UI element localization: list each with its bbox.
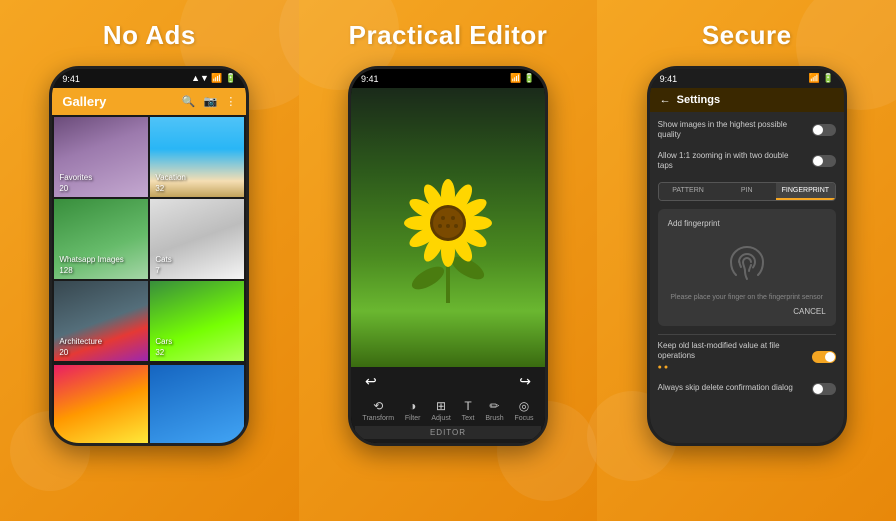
toggle-modified[interactable]	[812, 351, 836, 363]
divider-1	[658, 334, 836, 335]
redo-button[interactable]: ↪	[519, 373, 531, 390]
status-bar-1: 9:41 ▲▼ 📶 🔋	[52, 69, 246, 88]
fingerprint-icon	[727, 242, 767, 282]
signal-icons-3: 📶 🔋	[809, 73, 834, 84]
setting-row-delete: Always skip delete confirmation dialog	[658, 383, 836, 395]
panel-no-ads: No Ads 9:41 ▲▼ 📶 🔋 Gallery 🔍 📷 ⋮	[0, 0, 299, 521]
album-extra[interactable]	[150, 365, 244, 443]
editor-photo-area	[351, 88, 545, 367]
back-arrow-icon[interactable]: ←	[660, 94, 671, 106]
tool-label-filter: Filter	[405, 415, 421, 422]
search-icon[interactable]: 🔍	[182, 95, 196, 108]
setting-label-zoom: Allow 1:1 zooming in with two double tap…	[658, 151, 812, 172]
toggle-delete[interactable]	[812, 383, 836, 395]
toggle-quality[interactable]	[812, 124, 836, 136]
status-bar-2: 9:41 📶 🔋	[351, 69, 545, 88]
phone-editor: 9:41 📶 🔋	[348, 66, 548, 446]
tool-label-transform: Transform	[362, 415, 394, 422]
gallery-header: Gallery 🔍 📷 ⋮	[52, 88, 246, 115]
text-icon: T	[464, 399, 471, 413]
phone-screen-gallery: 9:41 ▲▼ 📶 🔋 Gallery 🔍 📷 ⋮ Favorites20	[52, 69, 246, 443]
album-favorites[interactable]: Favorites20	[54, 117, 148, 197]
filter-icon: ◑	[409, 399, 416, 413]
panel-editor: Practical Editor 9:41 📶 🔋	[299, 0, 598, 521]
phone-screen-editor: 9:41 📶 🔋	[351, 69, 545, 443]
security-tab-group: PATTERN PIN FINGERPRINT	[658, 182, 836, 201]
setting-accent-1: ● ●	[658, 363, 804, 372]
album-cats-label: Cats7	[155, 254, 171, 276]
setting-label-quality: Show images in the highest possible qual…	[658, 120, 812, 141]
fingerprint-hint: Please place your finger on the fingerpr…	[668, 293, 826, 302]
album-whatsapp-label: Whatsapp Images128	[59, 254, 123, 276]
gallery-action-icons: 🔍 📷 ⋮	[182, 95, 236, 108]
sunflower-svg	[388, 148, 508, 308]
tool-label-text: Text	[462, 415, 475, 422]
tool-label-focus: Focus	[514, 415, 533, 422]
tool-adjust[interactable]: ⊞ Adjust	[431, 399, 450, 422]
signal-icons-1: ▲▼ 📶 🔋	[191, 73, 236, 84]
tab-pattern[interactable]: PATTERN	[659, 183, 718, 200]
status-bar-3: 9:41 📶 🔋	[650, 69, 844, 88]
editor-label: EDITOR	[355, 426, 541, 439]
phone-gallery: 9:41 ▲▼ 📶 🔋 Gallery 🔍 📷 ⋮ Favorites20	[49, 66, 249, 446]
panel-title-secure: Secure	[702, 20, 792, 51]
brush-icon: ✏	[489, 399, 499, 413]
panel-secure: Secure 9:41 📶 🔋 ← Settings Show images i…	[597, 0, 896, 521]
tab-fingerprint[interactable]: FINGERPRINT	[776, 183, 835, 200]
phone-settings: 9:41 📶 🔋 ← Settings Show images in the h…	[647, 66, 847, 446]
signal-icons-2: 📶 🔋	[510, 73, 535, 84]
tool-filter[interactable]: ◑ Filter	[405, 399, 421, 422]
tab-pin[interactable]: PIN	[717, 183, 776, 200]
tool-transform[interactable]: ⟲ Transform	[362, 399, 394, 422]
time-3: 9:41	[660, 74, 678, 84]
gallery-title: Gallery	[62, 94, 106, 109]
setting-label-delete: Always skip delete confirmation dialog	[658, 383, 812, 393]
more-icon[interactable]: ⋮	[225, 95, 236, 108]
tool-text[interactable]: T Text	[462, 399, 475, 422]
phone-screen-settings: 9:41 📶 🔋 ← Settings Show images in the h…	[650, 69, 844, 443]
focus-icon: ◎	[519, 399, 529, 413]
album-cats[interactable]: Cats7	[150, 199, 244, 279]
album-art[interactable]	[54, 365, 148, 443]
time-2: 9:41	[361, 74, 379, 84]
settings-header: ← Settings	[650, 88, 844, 112]
camera-icon[interactable]: 📷	[204, 95, 218, 108]
undo-button[interactable]: ↩	[365, 373, 377, 390]
album-vacation[interactable]: Vacation32	[150, 117, 244, 197]
editor-label-text: EDITOR	[430, 428, 466, 437]
settings-title: Settings	[677, 94, 720, 106]
setting-row-modified: Keep old last-modified value at file ope…	[658, 341, 836, 373]
cancel-button[interactable]: CANCEL	[668, 307, 826, 316]
editor-tools: ⟲ Transform ◑ Filter ⊞ Adjust T Text	[355, 395, 541, 426]
tool-focus[interactable]: ◎ Focus	[514, 399, 533, 422]
album-cars[interactable]: Cars32	[150, 281, 244, 361]
gallery-grid-row4	[52, 363, 246, 443]
setting-row-quality: Show images in the highest possible qual…	[658, 120, 836, 141]
setting-row-zoom: Allow 1:1 zooming in with two double tap…	[658, 151, 836, 172]
album-vacation-label: Vacation32	[155, 172, 186, 194]
tool-label-brush: Brush	[485, 415, 503, 422]
album-cars-label: Cars32	[155, 336, 172, 358]
time-1: 9:41	[62, 74, 80, 84]
editor-controls: ↩ ↪	[355, 373, 541, 390]
tool-brush[interactable]: ✏ Brush	[485, 399, 503, 422]
gallery-grid: Favorites20 Vacation32 Whatsapp Images12…	[52, 115, 246, 363]
fingerprint-title: Add fingerprint	[668, 219, 826, 228]
toggle-zoom[interactable]	[812, 155, 836, 167]
fingerprint-icon-container	[668, 236, 826, 293]
fingerprint-section: Add fingerprint Please pla	[658, 209, 836, 326]
settings-content: Show images in the highest possible qual…	[650, 112, 844, 443]
album-arch-label: Architecture20	[59, 336, 102, 358]
album-favorites-label: Favorites20	[59, 172, 92, 194]
album-architecture[interactable]: Architecture20	[54, 281, 148, 361]
album-whatsapp[interactable]: Whatsapp Images128	[54, 199, 148, 279]
transform-icon: ⟲	[373, 399, 383, 413]
tool-label-adjust: Adjust	[431, 415, 450, 422]
setting-label-modified: Keep old last-modified value at file ope…	[658, 341, 812, 373]
adjust-icon: ⊞	[436, 399, 446, 413]
editor-toolbar: ↩ ↪ ⟲ Transform ◑ Filter ⊞ Adjust	[351, 367, 545, 443]
